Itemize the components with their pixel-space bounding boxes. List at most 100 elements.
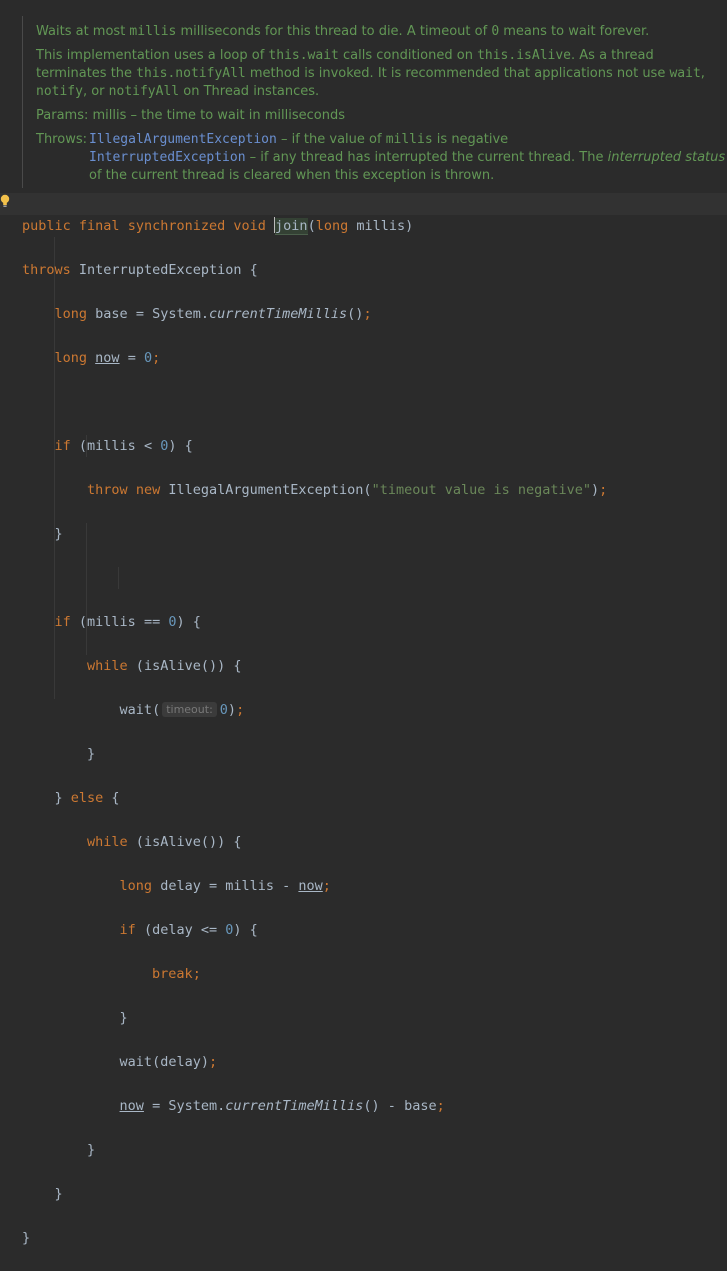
code-token: millis (87, 438, 136, 454)
doc-text: milliseconds for this thread to die. A t… (176, 24, 492, 39)
doc-code: 0 (491, 24, 500, 39)
code-token: void (233, 218, 266, 234)
code-token: while (87, 658, 128, 674)
code-token: long (54, 350, 88, 366)
code-token: now (119, 1098, 144, 1114)
code-token: IllegalArgumentException (168, 482, 364, 498)
exception-link[interactable]: InterruptedException (89, 150, 246, 165)
code-token: long (54, 306, 88, 322)
code-token: throws (22, 262, 71, 278)
doc-text: This implementation uses a loop of (36, 48, 269, 63)
doc-italic: interrupted status (607, 150, 726, 165)
code-editor[interactable]: public final synchronized void join(long… (22, 193, 607, 1271)
code-token: "timeout value is negative" (371, 482, 592, 498)
code-token: base (404, 1098, 437, 1114)
code-token: isAlive (143, 658, 201, 674)
params-text: millis – the time to wait in millisecond… (88, 108, 345, 123)
code-token: currentTimeMillis (209, 306, 348, 322)
code-line: } (22, 1010, 128, 1026)
code-token: 0 (168, 614, 177, 630)
code-token: millis (225, 878, 275, 894)
code-line: throws InterruptedException { (22, 262, 258, 278)
code-line: wait(timeout: 0); (119, 702, 245, 718)
code-token: base (95, 306, 128, 322)
code-line: } (22, 1230, 31, 1246)
javadoc-rendered: Waits at most millis milliseconds for th… (22, 16, 727, 188)
code-token: final (78, 218, 120, 234)
code-line: } (22, 1142, 96, 1158)
doc-text: Waits at most (36, 24, 130, 39)
code-token: public (22, 218, 71, 234)
code-token: InterruptedException (78, 262, 242, 278)
code-token: long (119, 878, 153, 894)
code-token: wait (119, 1054, 153, 1070)
code-line: public final synchronized void join(long… (22, 217, 414, 235)
code-token: 0 (160, 438, 169, 454)
code-token: System (168, 1098, 218, 1114)
doc-text: – if the value of (276, 132, 386, 147)
doc-paragraph-2: This implementation uses a loop of this.… (36, 47, 727, 101)
doc-code: this.notifyAll (136, 66, 246, 81)
code-token: 0 (219, 702, 228, 718)
doc-text: of the current thread is cleared when th… (89, 168, 495, 183)
doc-code: millis (129, 24, 177, 39)
code-token: throw (87, 482, 128, 498)
lightbulb-icon[interactable] (0, 194, 10, 208)
code-token: if (119, 922, 136, 938)
doc-throws-1: Throws: IllegalArgumentException – if th… (36, 131, 727, 149)
code-line: long delay = millis - now; (119, 878, 331, 894)
code-line: while (isAlive()) { (87, 658, 242, 674)
doc-throws-2: InterruptedException – if any thread has… (36, 149, 727, 185)
code-token: millis (87, 614, 136, 630)
code-token: wait (119, 702, 153, 718)
doc-text: Thread (203, 84, 250, 99)
code-token: 0 (225, 922, 234, 938)
doc-text: , or (82, 84, 109, 99)
code-line: if (millis == 0) { (54, 614, 201, 630)
code-token: else (70, 790, 104, 806)
doc-params: Params: millis – the time to wait in mil… (36, 107, 727, 125)
code-token: while (87, 834, 128, 850)
doc-code: wait (669, 66, 701, 81)
code-token: if (54, 438, 71, 454)
code-line: now = System.currentTimeMillis() - base; (119, 1098, 445, 1114)
code-token: now (298, 878, 323, 894)
method-name-highlight: join (275, 218, 308, 235)
code-token: synchronized (127, 218, 226, 234)
doc-code: notifyAll (108, 84, 180, 99)
doc-text: instances. (249, 84, 320, 99)
params-label: Params: (36, 108, 89, 123)
code-line: } (22, 746, 96, 762)
code-line: wait(delay); (119, 1054, 218, 1070)
doc-paragraph-1: Waits at most millis milliseconds for th… (36, 23, 727, 41)
code-line: if (millis < 0) { (54, 438, 193, 454)
code-line: } (22, 526, 63, 542)
doc-text: means to wait forever. (499, 24, 650, 39)
code-token: delay (160, 878, 201, 894)
code-token: new (135, 482, 161, 498)
code-token: isAlive (143, 834, 201, 850)
code-line: if (delay <= 0) { (119, 922, 258, 938)
code-line: while (isAlive()) { (87, 834, 242, 850)
code-token: delay (160, 1054, 201, 1070)
code-line: long now = 0; (54, 350, 161, 366)
doc-code: notify (36, 84, 83, 99)
code-line: throw new IllegalArgumentException("time… (87, 482, 608, 498)
code-token: long (315, 218, 349, 234)
doc-text: – if any thread has interrupted the curr… (245, 150, 608, 165)
code-line: } else { (22, 790, 120, 806)
doc-code: millis (385, 132, 433, 147)
code-token: now (95, 350, 120, 366)
code-line: } (22, 1186, 63, 1202)
code-line: long base = System.currentTimeMillis(); (54, 306, 372, 322)
code-token: break (152, 966, 193, 982)
doc-code: this.wait (268, 48, 339, 63)
doc-text: method is invoked. It is recommended tha… (245, 66, 670, 81)
code-token: delay (152, 922, 193, 938)
exception-link[interactable]: IllegalArgumentException (89, 132, 277, 147)
doc-code: this.isAlive (477, 48, 571, 63)
doc-text: on (179, 84, 204, 99)
code-line: break; (152, 966, 201, 982)
